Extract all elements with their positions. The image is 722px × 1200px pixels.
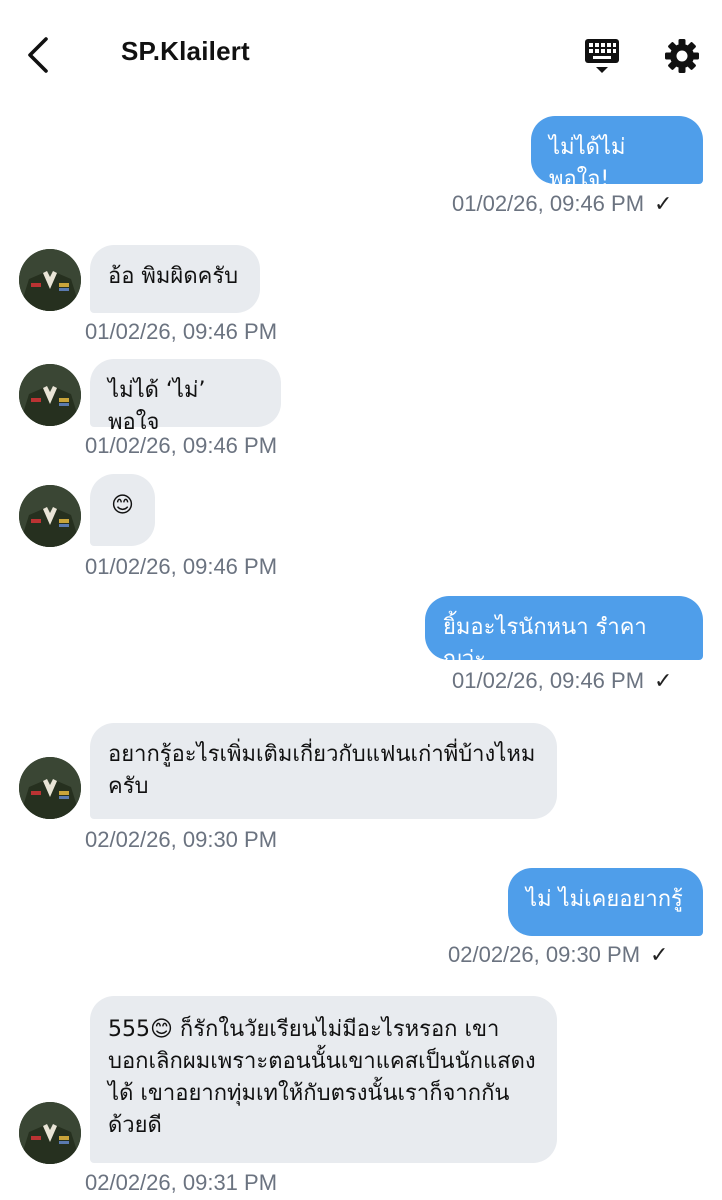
avatar[interactable] [19, 364, 81, 426]
settings-button[interactable] [660, 34, 704, 78]
message-timestamp: 01/02/26, 09:46 PM ✓ [452, 191, 673, 216]
avatar[interactable] [19, 485, 81, 547]
avatar[interactable] [19, 757, 81, 819]
chat-screen: SP.Klailert ไม่ได้ไม่พอใจ! 01/02/26, 09:… [0, 0, 722, 1200]
message-timestamp: 02/02/26, 09:30 PM [85, 827, 278, 852]
message-timestamp: 02/02/26, 09:31 PM [85, 1170, 278, 1195]
outgoing-message-bubble[interactable]: ไม่ได้ไม่พอใจ! [531, 116, 703, 192]
incoming-message-bubble[interactable]: อยากรู้อะไรเพิ่มเติมเกี่ยวกับแฟนเก่าพี่บ… [90, 723, 557, 819]
message-text: ยิ้มอะไรนักหนา รำคาญว่ะ [443, 615, 647, 672]
chat-header: SP.Klailert [0, 0, 722, 110]
incoming-message-bubble[interactable]: อ้อ พิมผิดครับ [90, 245, 260, 313]
message-timestamp: 01/02/26, 09:46 PM ✓ [452, 668, 673, 693]
chevron-left-icon [28, 37, 48, 73]
outgoing-message-bubble[interactable]: ไม่ ไม่เคยอยากรู้ [508, 868, 703, 936]
incoming-message-bubble[interactable]: 😊 [90, 474, 155, 546]
back-button[interactable] [18, 30, 58, 80]
keyboard-button[interactable] [580, 34, 624, 78]
message-text: อ้อ พิมผิดครับ [108, 264, 239, 289]
gear-icon [665, 39, 699, 73]
sent-check-icon: ✓ [654, 668, 673, 693]
message-text: ไม่ได้ ‘ไม่’ พอใจ [108, 378, 206, 435]
message-timestamp: 02/02/26, 09:30 PM ✓ [448, 942, 669, 967]
outgoing-message-bubble[interactable]: ยิ้มอะไรนักหนา รำคาญว่ะ [425, 596, 703, 672]
incoming-message-bubble[interactable]: ไม่ได้ ‘ไม่’ พอใจ [90, 359, 281, 435]
message-timestamp: 01/02/26, 09:46 PM [85, 319, 278, 344]
avatar[interactable] [19, 249, 81, 311]
message-text: 555😊 ก็รักในวัยเรียนไม่มีอะไรหรอก เขาบอก… [108, 1017, 536, 1138]
incoming-message-bubble[interactable]: 555😊 ก็รักในวัยเรียนไม่มีอะไรหรอก เขาบอก… [90, 996, 557, 1163]
sent-check-icon: ✓ [650, 942, 669, 967]
message-timestamp: 01/02/26, 09:46 PM [85, 554, 278, 579]
message-text: 😊 [111, 493, 134, 518]
message-timestamp: 01/02/26, 09:46 PM [85, 433, 278, 458]
message-text: ไม่ ไม่เคยอยากรู้ [526, 887, 683, 912]
message-text: อยากรู้อะไรเพิ่มเติมเกี่ยวกับแฟนเก่าพี่บ… [108, 742, 536, 799]
avatar[interactable] [19, 1102, 81, 1164]
message-text: ไม่ได้ไม่พอใจ! [549, 135, 626, 192]
contact-name[interactable]: SP.Klailert [121, 36, 250, 67]
keyboard-icon [585, 39, 619, 73]
sent-check-icon: ✓ [654, 191, 673, 216]
